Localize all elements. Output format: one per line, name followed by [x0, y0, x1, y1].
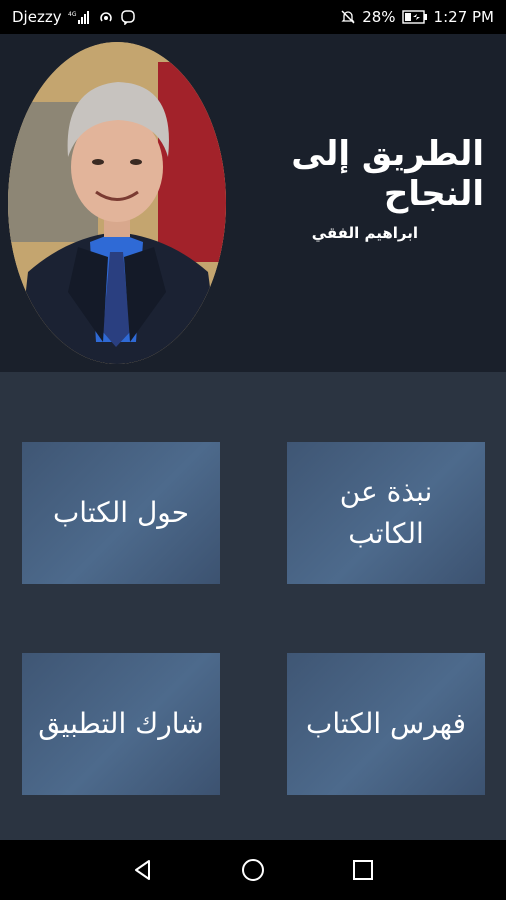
- home-button[interactable]: [237, 854, 269, 886]
- navigation-bar: [0, 840, 506, 900]
- carrier-label: Djezzy: [12, 8, 62, 26]
- back-icon: [135, 860, 150, 880]
- book-index-button[interactable]: فهرس الكتاب: [287, 653, 485, 795]
- back-button[interactable]: [127, 854, 159, 886]
- status-right: 28% 1:27 PM: [340, 8, 494, 26]
- menu-grid: حول الكتاب نبذة عن الكاتب شارك التطبيق ف…: [0, 372, 506, 840]
- recents-icon: [353, 860, 373, 880]
- hotspot-icon: [98, 9, 114, 25]
- about-author-line2: الكاتب: [348, 517, 424, 550]
- app-header: الطريق إلى النجاح ابراهيم الفقي: [0, 34, 506, 372]
- battery-icon: [401, 10, 428, 24]
- book-index-label: فهرس الكتاب: [306, 707, 466, 740]
- status-left: Djezzy 4G: [12, 8, 136, 26]
- share-app-label: شارك التطبيق: [38, 707, 204, 740]
- signal-icon: 4G: [68, 10, 92, 24]
- about-author-line1: نبذة عن: [339, 475, 433, 508]
- author-name: ابراهيم الفقي: [311, 224, 418, 242]
- about-author-button[interactable]: نبذة عن الكاتب: [287, 442, 485, 584]
- book-title: الطريق إلى النجاح: [291, 134, 484, 214]
- mute-icon: [340, 9, 356, 25]
- battery-percent: 28%: [362, 8, 396, 26]
- network-type: 4G: [68, 11, 77, 18]
- home-icon: [242, 859, 264, 881]
- about-book-label: حول الكتاب: [52, 496, 190, 529]
- share-app-button[interactable]: شارك التطبيق: [22, 653, 220, 795]
- about-author-label: نبذة عن الكاتب: [340, 471, 433, 555]
- status-bar: Djezzy 4G 28% 1:27 PM: [0, 0, 506, 34]
- about-book-button[interactable]: حول الكتاب: [22, 442, 220, 584]
- viber-icon: [120, 9, 136, 25]
- clock: 1:27 PM: [433, 8, 494, 26]
- author-portrait: [8, 42, 226, 364]
- recents-button[interactable]: [347, 854, 379, 886]
